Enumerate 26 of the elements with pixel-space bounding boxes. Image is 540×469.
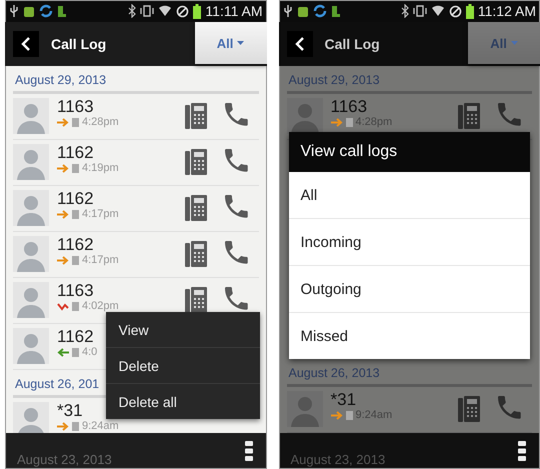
phone-number: 1162 xyxy=(57,144,94,162)
phone-number: 1162 xyxy=(57,236,94,254)
date-header: August 29, 2013 xyxy=(13,66,258,94)
phone-number: 1163 xyxy=(57,282,94,300)
phone-number: 1163 xyxy=(57,98,94,116)
phone-number: *31 xyxy=(330,391,356,409)
call-time: 4:17pm xyxy=(82,208,119,220)
call-time: 4:17pm xyxy=(82,254,119,266)
status-time: 11:12 AM xyxy=(478,3,536,19)
phone-number: 1163 xyxy=(330,98,368,116)
date-header: August 23, 2013 xyxy=(17,452,112,466)
status-time: 11:11 AM xyxy=(205,3,262,19)
call-time: 4:19pm xyxy=(82,162,119,174)
date-header: August 23, 2013 xyxy=(290,452,386,466)
phone-number: 1162 xyxy=(57,190,94,208)
call-time: 9:24am xyxy=(82,420,119,432)
call-time: 4:28pm xyxy=(82,116,119,128)
call-time: 4:02pm xyxy=(82,300,119,312)
phone-number: *31 xyxy=(57,402,83,420)
dialog-title: View call logs xyxy=(288,132,530,172)
date-header: August 29, 2013 xyxy=(286,66,532,94)
date-header: August 26, 2013 xyxy=(286,359,532,387)
phone-number: 1162 xyxy=(57,328,94,346)
call-time: 4:0 xyxy=(82,346,98,358)
screen-title: Call Log xyxy=(51,36,108,52)
screen-title: Call Log xyxy=(324,36,381,52)
